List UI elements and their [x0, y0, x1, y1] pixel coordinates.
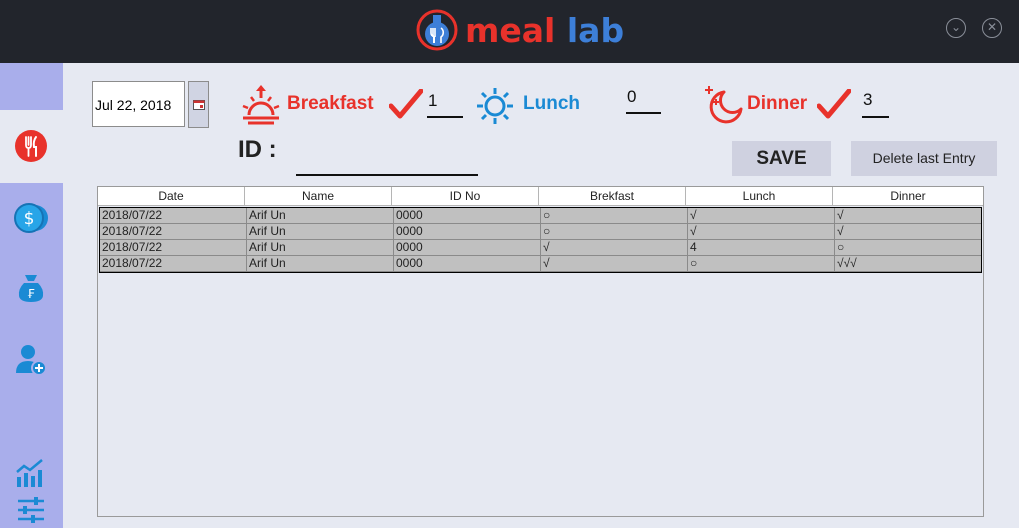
table-header: Date Name ID No Brekfast Lunch Dinner [98, 187, 983, 206]
cell-date: 2018/07/22 [100, 256, 247, 272]
cell-breakfast: ○ [541, 224, 688, 240]
cell-date: 2018/07/22 [100, 224, 247, 240]
cell-dinner: ○ [835, 240, 981, 256]
money-bag-icon[interactable]: ₣ [14, 271, 48, 305]
cell-lunch: ○ [688, 256, 835, 272]
table-body: 2018/07/22 Arif Un 0000 ○ √ √ 2018/07/22… [99, 207, 982, 273]
table-row[interactable]: 2018/07/22 Arif Un 0000 √ 4 ○ [100, 240, 981, 256]
sliders-icon[interactable] [14, 496, 48, 524]
breakfast-check-icon[interactable] [389, 89, 423, 121]
cell-name: Arif Un [247, 224, 394, 240]
cell-dinner: √ [835, 224, 981, 240]
cell-name: Arif Un [247, 208, 394, 224]
id-input[interactable] [296, 148, 478, 176]
add-user-icon[interactable] [14, 343, 48, 377]
chart-icon[interactable] [14, 457, 48, 487]
cell-name: Arif Un [247, 240, 394, 256]
dinner-check-icon[interactable] [817, 89, 851, 121]
date-input[interactable]: Jul 22, 2018 [92, 81, 185, 127]
logo-flask-icon [416, 9, 458, 51]
cell-date: 2018/07/22 [100, 208, 247, 224]
sunrise-icon [242, 85, 280, 125]
svg-text:₣: ₣ [27, 287, 35, 301]
lunch-count-underline [626, 112, 661, 114]
cell-date: 2018/07/22 [100, 240, 247, 256]
cell-breakfast: √ [541, 240, 688, 256]
dinner-count: 3 [863, 90, 873, 109]
logo-meal-text: meal [465, 10, 556, 50]
logo-text: meal lab [465, 11, 624, 50]
id-label: ID : [238, 136, 277, 163]
column-header-breakfast[interactable]: Brekfast [539, 187, 686, 206]
column-header-lunch[interactable]: Lunch [686, 187, 833, 206]
table-row[interactable]: 2018/07/22 Arif Un 0000 ○ √ √ [100, 224, 981, 240]
meal-table: Date Name ID No Brekfast Lunch Dinner 20… [97, 186, 984, 517]
svg-text:$: $ [24, 209, 35, 229]
cell-breakfast: √ [541, 256, 688, 272]
table-row[interactable]: 2018/07/22 Arif Un 0000 √ ○ √√√ [100, 256, 981, 272]
column-header-id-no[interactable]: ID No [392, 187, 539, 206]
fork-knife-icon [15, 130, 47, 162]
cell-lunch: √ [688, 224, 835, 240]
cell-id-no: 0000 [394, 208, 541, 224]
logo-lab-text: lab [566, 10, 625, 50]
lunch-label: Lunch [523, 93, 580, 114]
breakfast-count-underline [427, 116, 463, 118]
cell-breakfast: ○ [541, 208, 688, 224]
dinner-count-underline [862, 116, 889, 118]
cell-id-no: 0000 [394, 240, 541, 256]
breakfast-count: 1 [428, 91, 438, 110]
delete-last-entry-button[interactable]: Delete last Entry [851, 141, 997, 176]
save-button[interactable]: SAVE [732, 141, 831, 176]
column-header-name[interactable]: Name [245, 187, 392, 206]
minimize-button[interactable]: ⌄ [946, 18, 966, 38]
column-header-dinner[interactable]: Dinner [833, 187, 983, 206]
cell-id-no: 0000 [394, 256, 541, 272]
coins-icon[interactable]: $ [14, 201, 48, 235]
date-picker-button[interactable] [188, 81, 209, 128]
close-button[interactable]: ✕ [982, 18, 1002, 38]
calendar-icon [192, 99, 205, 110]
moon-icon [705, 86, 743, 124]
table-row[interactable]: 2018/07/22 Arif Un 0000 ○ √ √ [100, 208, 981, 224]
breakfast-label: Breakfast [287, 93, 374, 114]
column-header-date[interactable]: Date [98, 187, 245, 206]
cell-id-no: 0000 [394, 224, 541, 240]
title-bar: meal lab ⌄ ✕ [0, 0, 1019, 63]
sidebar-item-meals[interactable] [0, 110, 63, 183]
app-logo: meal lab [415, 8, 624, 52]
cell-lunch: 4 [688, 240, 835, 256]
dinner-label: Dinner [747, 93, 808, 114]
sidebar: $ ₣ [0, 63, 63, 528]
cell-dinner: √ [835, 208, 981, 224]
cell-lunch: √ [688, 208, 835, 224]
cell-dinner: √√√ [835, 256, 981, 272]
lunch-count: 0 [627, 87, 637, 106]
cell-name: Arif Un [247, 256, 394, 272]
sun-icon [477, 88, 513, 124]
